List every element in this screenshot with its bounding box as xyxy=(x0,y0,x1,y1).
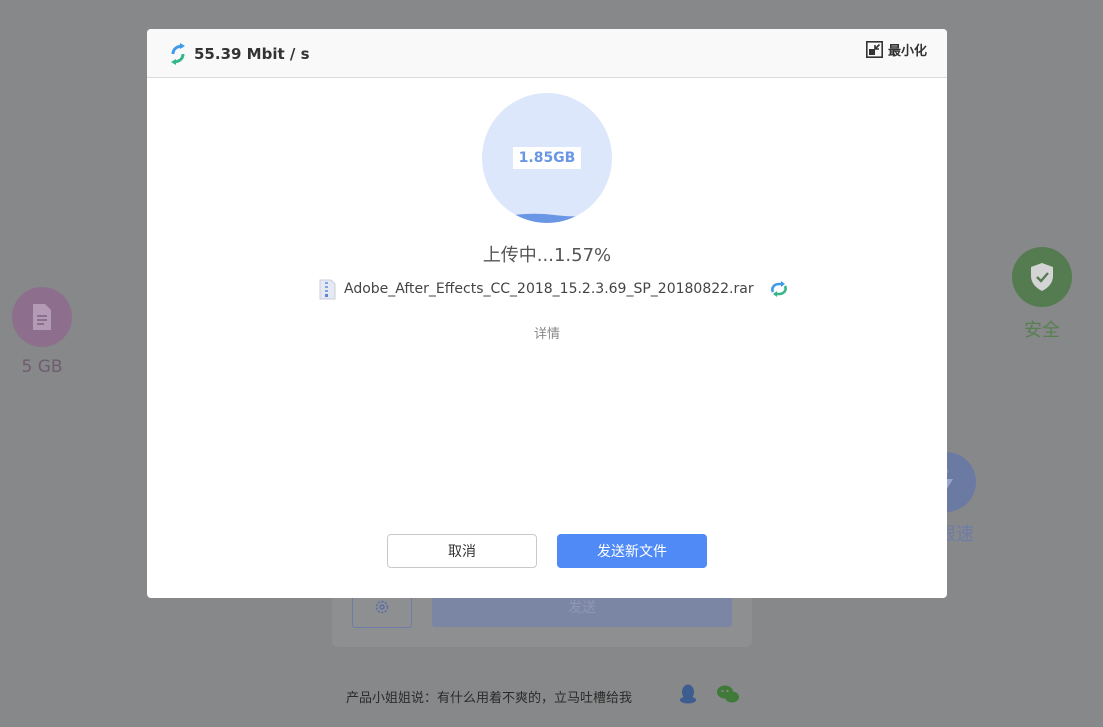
cancel-button[interactable]: 取消 xyxy=(387,534,537,568)
upload-progress-circle: 1.85GB xyxy=(482,93,612,223)
feature-speed-label: 限速 xyxy=(938,524,974,545)
transfer-speed: 55.39 Mbit / s xyxy=(194,45,310,63)
minimize-icon xyxy=(865,41,883,58)
upload-dialog: 55.39 Mbit / s 最小化 1.85GB 上传中...1.57% Ad… xyxy=(147,29,947,598)
feedback-text: 产品小姐姐说：有什么用着不爽的，立马吐槽给我 xyxy=(346,691,633,706)
upload-status: 上传中...1.57% xyxy=(482,245,612,266)
feature-size: 5 GB xyxy=(12,287,72,377)
qq-icon[interactable] xyxy=(678,683,698,709)
file-entry: Adobe_After_Effects_CC_2018_15.2.3.69_SP… xyxy=(319,277,790,301)
feature-size-circle xyxy=(12,287,72,347)
feature-safe-circle xyxy=(1012,247,1072,307)
minimize-button[interactable]: 最小化 xyxy=(865,40,927,59)
feature-size-label: 5 GB xyxy=(21,357,63,377)
file-size-badge: 1.85GB xyxy=(513,147,581,169)
minimize-label: 最小化 xyxy=(887,44,927,59)
shield-check-icon xyxy=(1031,263,1053,291)
dialog-header: 55.39 Mbit / s 最小化 xyxy=(147,29,947,78)
wechat-icon[interactable] xyxy=(716,683,740,709)
send-new-file-button[interactable]: 发送新文件 xyxy=(557,534,707,568)
sync-icon xyxy=(770,281,787,297)
document-icon xyxy=(33,304,51,330)
file-name: Adobe_After_Effects_CC_2018_15.2.3.69_SP… xyxy=(344,281,754,297)
archive-file-icon xyxy=(319,279,336,299)
feature-safe: 安全 xyxy=(1012,247,1072,341)
gear-icon xyxy=(375,600,389,614)
details-link[interactable]: 详情 xyxy=(147,323,947,342)
transfer-logo-icon xyxy=(171,43,185,65)
feature-safe-label: 安全 xyxy=(1024,320,1060,341)
